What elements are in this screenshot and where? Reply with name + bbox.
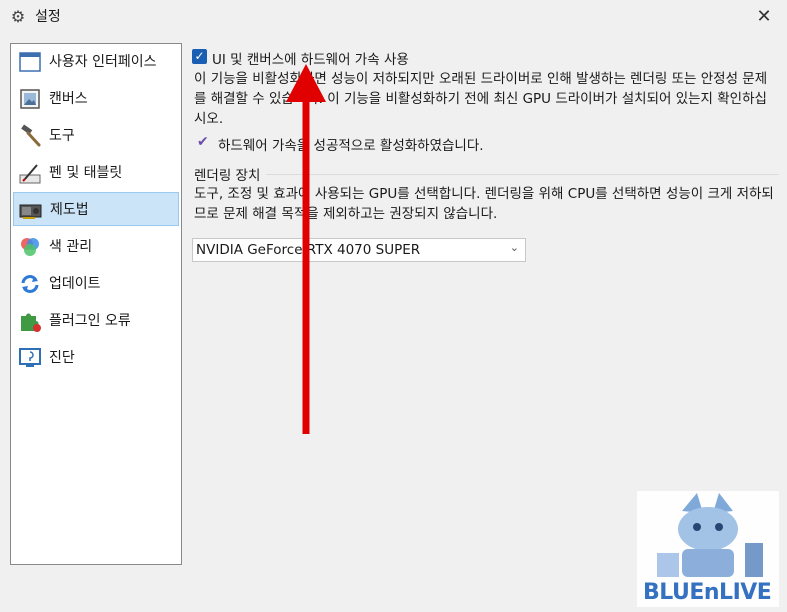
watermark-text: BLUEnLIVE (643, 580, 772, 605)
mascot-icon (657, 493, 763, 577)
watermark: BLUEnLIVE (637, 491, 779, 607)
